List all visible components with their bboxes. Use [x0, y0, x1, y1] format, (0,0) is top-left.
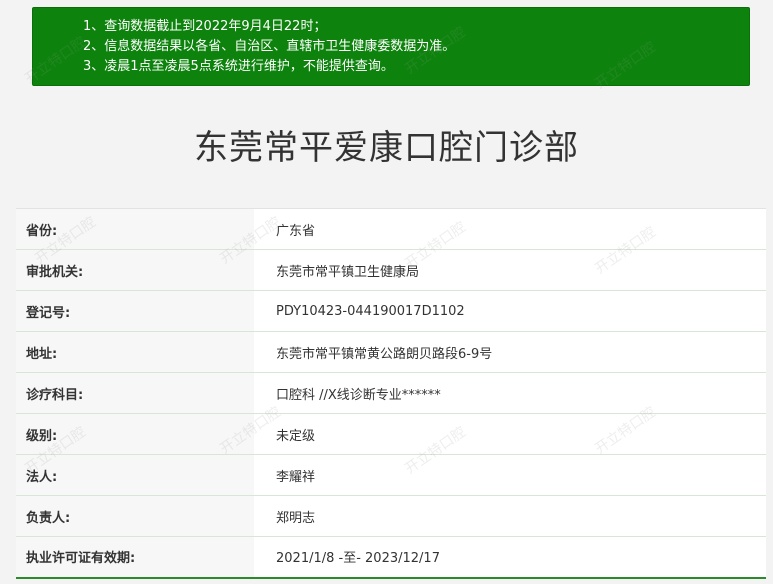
notice-line-2: 2、信息数据结果以各省、自治区、直辖市卫生健康委数据为准。 [83, 39, 456, 54]
row-value: PDY10423-044190017D1102 [254, 290, 766, 332]
table-row-registration-number: 登记号: PDY10423-044190017D1102 [16, 290, 766, 332]
row-value: 李耀祥 [254, 454, 766, 496]
row-label: 省份: [16, 208, 254, 250]
row-value: 口腔科 //X线诊断专业****** [254, 372, 766, 414]
row-value: 东莞市常平镇卫生健康局 [254, 249, 766, 291]
table-row-address: 地址: 东莞市常平镇常黄公路朗贝路段6-9号 [16, 331, 766, 373]
row-label: 负责人: [16, 495, 254, 537]
page: 1、查询数据截止到2022年9月4日22时； 2、信息数据结果以各省、自治区、直… [0, 0, 773, 584]
row-label: 诊疗科目: [16, 372, 254, 414]
row-value: 2021/1/8 -至- 2023/12/17 [254, 536, 766, 578]
table-row-legal-person: 法人: 李耀祥 [16, 454, 766, 496]
row-value: 东莞市常平镇常黄公路朗贝路段6-9号 [254, 331, 766, 373]
notice-line-3: 3、凌晨1点至凌晨5点系统进行维护，不能提供查询。 [83, 59, 394, 74]
table-row-province: 省份: 广东省 [16, 208, 766, 250]
row-label: 级别: [16, 413, 254, 455]
row-label: 法人: [16, 454, 254, 496]
page-title: 东莞常平爱康口腔门诊部 [194, 128, 579, 168]
row-value: 未定级 [254, 413, 766, 455]
table-row-license-validity: 执业许可证有效期: 2021/1/8 -至- 2023/12/17 [16, 536, 766, 578]
row-value: 广东省 [254, 208, 766, 250]
table-row-approval-authority: 审批机关: 东莞市常平镇卫生健康局 [16, 249, 766, 291]
row-value: 郑明志 [254, 495, 766, 537]
table-row-person-in-charge: 负责人: 郑明志 [16, 495, 766, 537]
clinic-info-table: 省份: 广东省 审批机关: 东莞市常平镇卫生健康局 登记号: PDY10423-… [16, 208, 766, 579]
table-row-level: 级别: 未定级 [16, 413, 766, 455]
table-row-departments: 诊疗科目: 口腔科 //X线诊断专业****** [16, 372, 766, 414]
row-label: 登记号: [16, 290, 254, 332]
row-label: 地址: [16, 331, 254, 373]
notice-banner: 1、查询数据截止到2022年9月4日22时； 2、信息数据结果以各省、自治区、直… [32, 7, 750, 86]
row-label: 审批机关: [16, 249, 254, 291]
notice-line-1: 1、查询数据截止到2022年9月4日22时； [83, 19, 327, 34]
row-label: 执业许可证有效期: [16, 536, 254, 578]
